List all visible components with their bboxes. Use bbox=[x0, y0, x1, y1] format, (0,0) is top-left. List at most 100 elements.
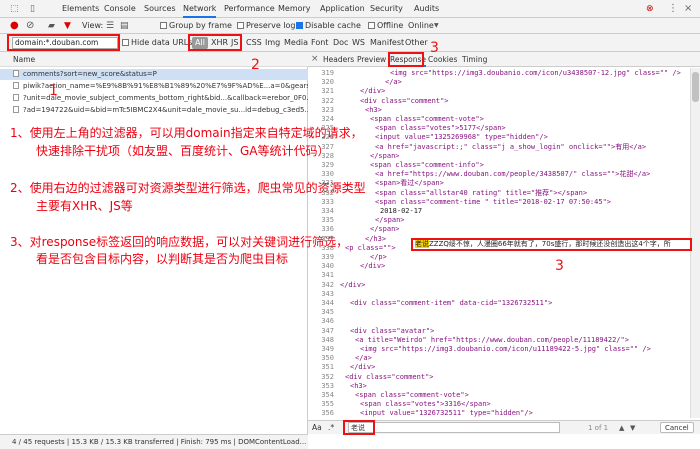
file-icon bbox=[13, 94, 19, 101]
code-text: <p class=""> bbox=[345, 243, 396, 252]
camera-icon[interactable]: ▰ bbox=[48, 18, 55, 34]
code-text: </div> bbox=[340, 280, 366, 289]
filter-type-media[interactable]: Media bbox=[284, 34, 308, 52]
request-detail-pane: × Headers Preview Response Cookies Timin… bbox=[308, 52, 700, 434]
code-text: <span class="votes">3316</span> bbox=[360, 400, 491, 409]
filter-type-doc[interactable]: Doc bbox=[333, 34, 348, 52]
request-row[interactable]: piwik?action_name=%E9%8B%91%E8%B1%89%20%… bbox=[0, 81, 308, 92]
tab-cookies[interactable]: Cookies bbox=[428, 52, 457, 67]
tab-application[interactable]: Application bbox=[320, 0, 365, 18]
network-status-bar: 4 / 45 requests | 15.3 KB / 15.3 KB tran… bbox=[0, 434, 308, 449]
code-text: <div class="avatar"> bbox=[350, 326, 435, 335]
code-text: <input value="1326732511" type="hidden"/… bbox=[360, 409, 533, 418]
checkbox-icon bbox=[368, 22, 375, 29]
scrollbar-thumb[interactable] bbox=[692, 72, 699, 102]
disable-cache-checkbox[interactable]: Disable cache bbox=[296, 18, 361, 34]
throttling-select[interactable]: Online bbox=[408, 18, 434, 34]
match-count: 1 of 1 bbox=[588, 424, 609, 432]
checkbox-icon bbox=[237, 22, 244, 29]
tab-elements[interactable]: Elements bbox=[62, 0, 99, 18]
checkbox-icon bbox=[122, 39, 129, 46]
tab-memory[interactable]: Memory bbox=[278, 0, 311, 18]
inspect-icon[interactable]: ⬚ bbox=[10, 0, 19, 18]
chevron-down-icon: ▼ bbox=[434, 22, 439, 29]
view-label: View: bbox=[82, 21, 104, 30]
highlight-keyword: 老说 bbox=[415, 240, 429, 248]
request-row[interactable]: comments?sort=new_score&status=P bbox=[0, 69, 308, 80]
tab-sources[interactable]: Sources bbox=[144, 0, 176, 18]
filter-icon[interactable]: ▼ bbox=[64, 18, 71, 34]
code-text: 2018-02-17 bbox=[380, 207, 423, 215]
code-text: <span class="comment-time " title="2018-… bbox=[375, 197, 612, 206]
close-detail-icon[interactable]: × bbox=[311, 52, 319, 67]
next-match-icon[interactable]: ▼ bbox=[630, 421, 635, 435]
code-text: <input value="1325269968" type="hidden"/… bbox=[375, 133, 548, 142]
response-search-input[interactable]: 老说 bbox=[348, 422, 560, 433]
tab-preview[interactable]: Preview bbox=[357, 52, 386, 67]
tab-audits[interactable]: Audits bbox=[414, 0, 439, 18]
record-icon[interactable]: ● bbox=[10, 18, 19, 34]
checkbox-checked-icon bbox=[296, 22, 303, 29]
search-input-highlight bbox=[343, 420, 375, 435]
network-toolbar: ● ⊘ ▰ ▼ View: ☰ ▤ Group by frame Preserv… bbox=[0, 18, 700, 34]
filter-type-css[interactable]: CSS bbox=[246, 34, 262, 52]
tab-timing[interactable]: Timing bbox=[462, 52, 487, 67]
request-row[interactable]: ?unit=dale_movie_subject_comments_bottom… bbox=[0, 93, 308, 104]
code-text: <h3> bbox=[350, 381, 367, 390]
annotation-number-1: 1 bbox=[49, 83, 58, 99]
response-tab-highlight bbox=[388, 52, 424, 67]
tab-performance[interactable]: Performance bbox=[224, 0, 275, 18]
code-text: <div class="comment-item" data-cid="1326… bbox=[350, 299, 553, 307]
preserve-log-checkbox[interactable]: Preserve log bbox=[237, 18, 296, 34]
match-case-toggle[interactable]: Aa bbox=[312, 421, 322, 435]
code-text: </div> bbox=[350, 363, 376, 372]
close-icon[interactable]: × bbox=[684, 0, 692, 18]
code-text: <div class="comment"> bbox=[345, 372, 434, 381]
code-text: </h3> bbox=[365, 234, 387, 243]
waterfall-icon[interactable]: ▤ bbox=[120, 18, 129, 34]
detail-tabs: × Headers Preview Response Cookies Timin… bbox=[308, 52, 700, 67]
clear-icon[interactable]: ⊘ bbox=[26, 18, 34, 34]
code-text: <span class="allstar40 rating" title="推荐… bbox=[375, 188, 588, 197]
request-row[interactable]: ?ad=194722&uid=&bid=mTc5IBMC2X4&unit=dal… bbox=[0, 105, 308, 116]
list-view-icon[interactable]: ☰ bbox=[106, 18, 114, 34]
filter-type-ws[interactable]: WS bbox=[352, 34, 365, 52]
code-text: <span class="votes">5177</span> bbox=[375, 124, 506, 133]
code-text: <span class="comment-vote"> bbox=[355, 391, 469, 399]
checkbox-icon bbox=[160, 22, 167, 29]
code-text: <h3> bbox=[365, 105, 382, 114]
code-text: <img src="https://img3.doubanio.com/icon… bbox=[360, 345, 651, 353]
filter-type-img[interactable]: Img bbox=[265, 34, 280, 52]
code-text: <img src="https://img3.doubanio.com/icon… bbox=[390, 69, 681, 77]
tab-console[interactable]: Console bbox=[104, 0, 136, 18]
annotation-1-line2: 快速排除干扰项（如友盟、百度统计、GA等统计代码） bbox=[36, 144, 330, 158]
code-text: </div> bbox=[360, 87, 386, 96]
regex-toggle[interactable]: .* bbox=[328, 421, 334, 435]
code-text: </div> bbox=[360, 262, 386, 271]
request-list-header: Name bbox=[0, 52, 308, 67]
error-icon[interactable]: ⊗ bbox=[646, 0, 654, 18]
tab-headers[interactable]: Headers bbox=[323, 52, 354, 67]
filter-type-manifest[interactable]: Manifest bbox=[370, 34, 404, 52]
hide-data-urls-checkbox[interactable]: Hide data URLs bbox=[122, 34, 192, 52]
type-filter-highlight bbox=[188, 34, 242, 51]
name-column-header[interactable]: Name bbox=[13, 52, 35, 67]
file-icon bbox=[13, 70, 19, 77]
filter-type-other[interactable]: Other bbox=[405, 34, 428, 52]
file-icon bbox=[13, 106, 19, 113]
offline-checkbox[interactable]: Offline bbox=[368, 18, 403, 34]
code-text: </span> bbox=[370, 225, 400, 234]
previous-match-icon[interactable]: ▲ bbox=[619, 421, 624, 435]
filter-type-font[interactable]: Font bbox=[311, 34, 328, 52]
status-summary: 4 / 45 requests | 15.3 KB / 15.3 KB tran… bbox=[12, 438, 307, 446]
code-text: </span> bbox=[375, 216, 405, 225]
annotation-3-line1: 3、对response标签返回的响应数据，可以对关键词进行筛选， bbox=[10, 235, 349, 249]
tab-security[interactable]: Security bbox=[370, 0, 403, 18]
annotation-3-line2: 看是否包含目标内容，以判断其是否为爬虫目标 bbox=[36, 252, 289, 266]
device-icon[interactable]: ▯ bbox=[30, 0, 35, 18]
code-text: </p> bbox=[370, 253, 387, 261]
more-icon[interactable]: ⋮ bbox=[668, 0, 678, 18]
group-by-frame-checkbox[interactable]: Group by frame bbox=[160, 18, 232, 34]
cancel-search-button[interactable]: Cancel bbox=[660, 422, 694, 433]
tab-network[interactable]: Network bbox=[183, 0, 217, 18]
